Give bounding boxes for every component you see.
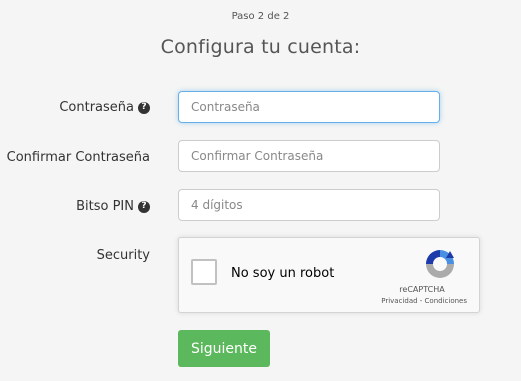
recaptcha-logo-icon bbox=[426, 250, 454, 278]
security-label-row: Security bbox=[97, 248, 150, 263]
confirm-password-label-row: Confirmar Contraseña bbox=[7, 150, 150, 165]
confirm-password-label: Confirmar Contraseña bbox=[6, 150, 150, 165]
next-button[interactable]: Siguiente bbox=[178, 330, 270, 367]
page-title: Configura tu cuenta: bbox=[160, 36, 361, 58]
security-label: Security bbox=[96, 248, 150, 263]
recaptcha-checkbox[interactable] bbox=[191, 259, 217, 285]
pin-field[interactable] bbox=[178, 189, 440, 221]
password-help-icon[interactable]: ? bbox=[138, 101, 150, 114]
pin-label-row: Bitso PIN ? bbox=[76, 199, 150, 214]
recaptcha-brand: reCAPTCHA bbox=[399, 285, 445, 294]
pin-label: Bitso PIN bbox=[76, 199, 134, 214]
recaptcha-privacy-terms-links[interactable]: Privacidad - Condiciones bbox=[381, 297, 467, 305]
password-field[interactable] bbox=[178, 91, 440, 123]
step-indicator: Paso 2 de 2 bbox=[231, 11, 290, 22]
recaptcha-label: No soy un robot bbox=[231, 266, 335, 281]
recaptcha-widget: No soy un robot reCAPTCHA Privacidad - C… bbox=[178, 237, 480, 313]
confirm-password-field[interactable] bbox=[178, 140, 440, 172]
password-label: Contraseña bbox=[59, 100, 134, 115]
pin-help-icon[interactable]: ? bbox=[138, 200, 150, 213]
password-label-row: Contraseña ? bbox=[59, 100, 150, 115]
